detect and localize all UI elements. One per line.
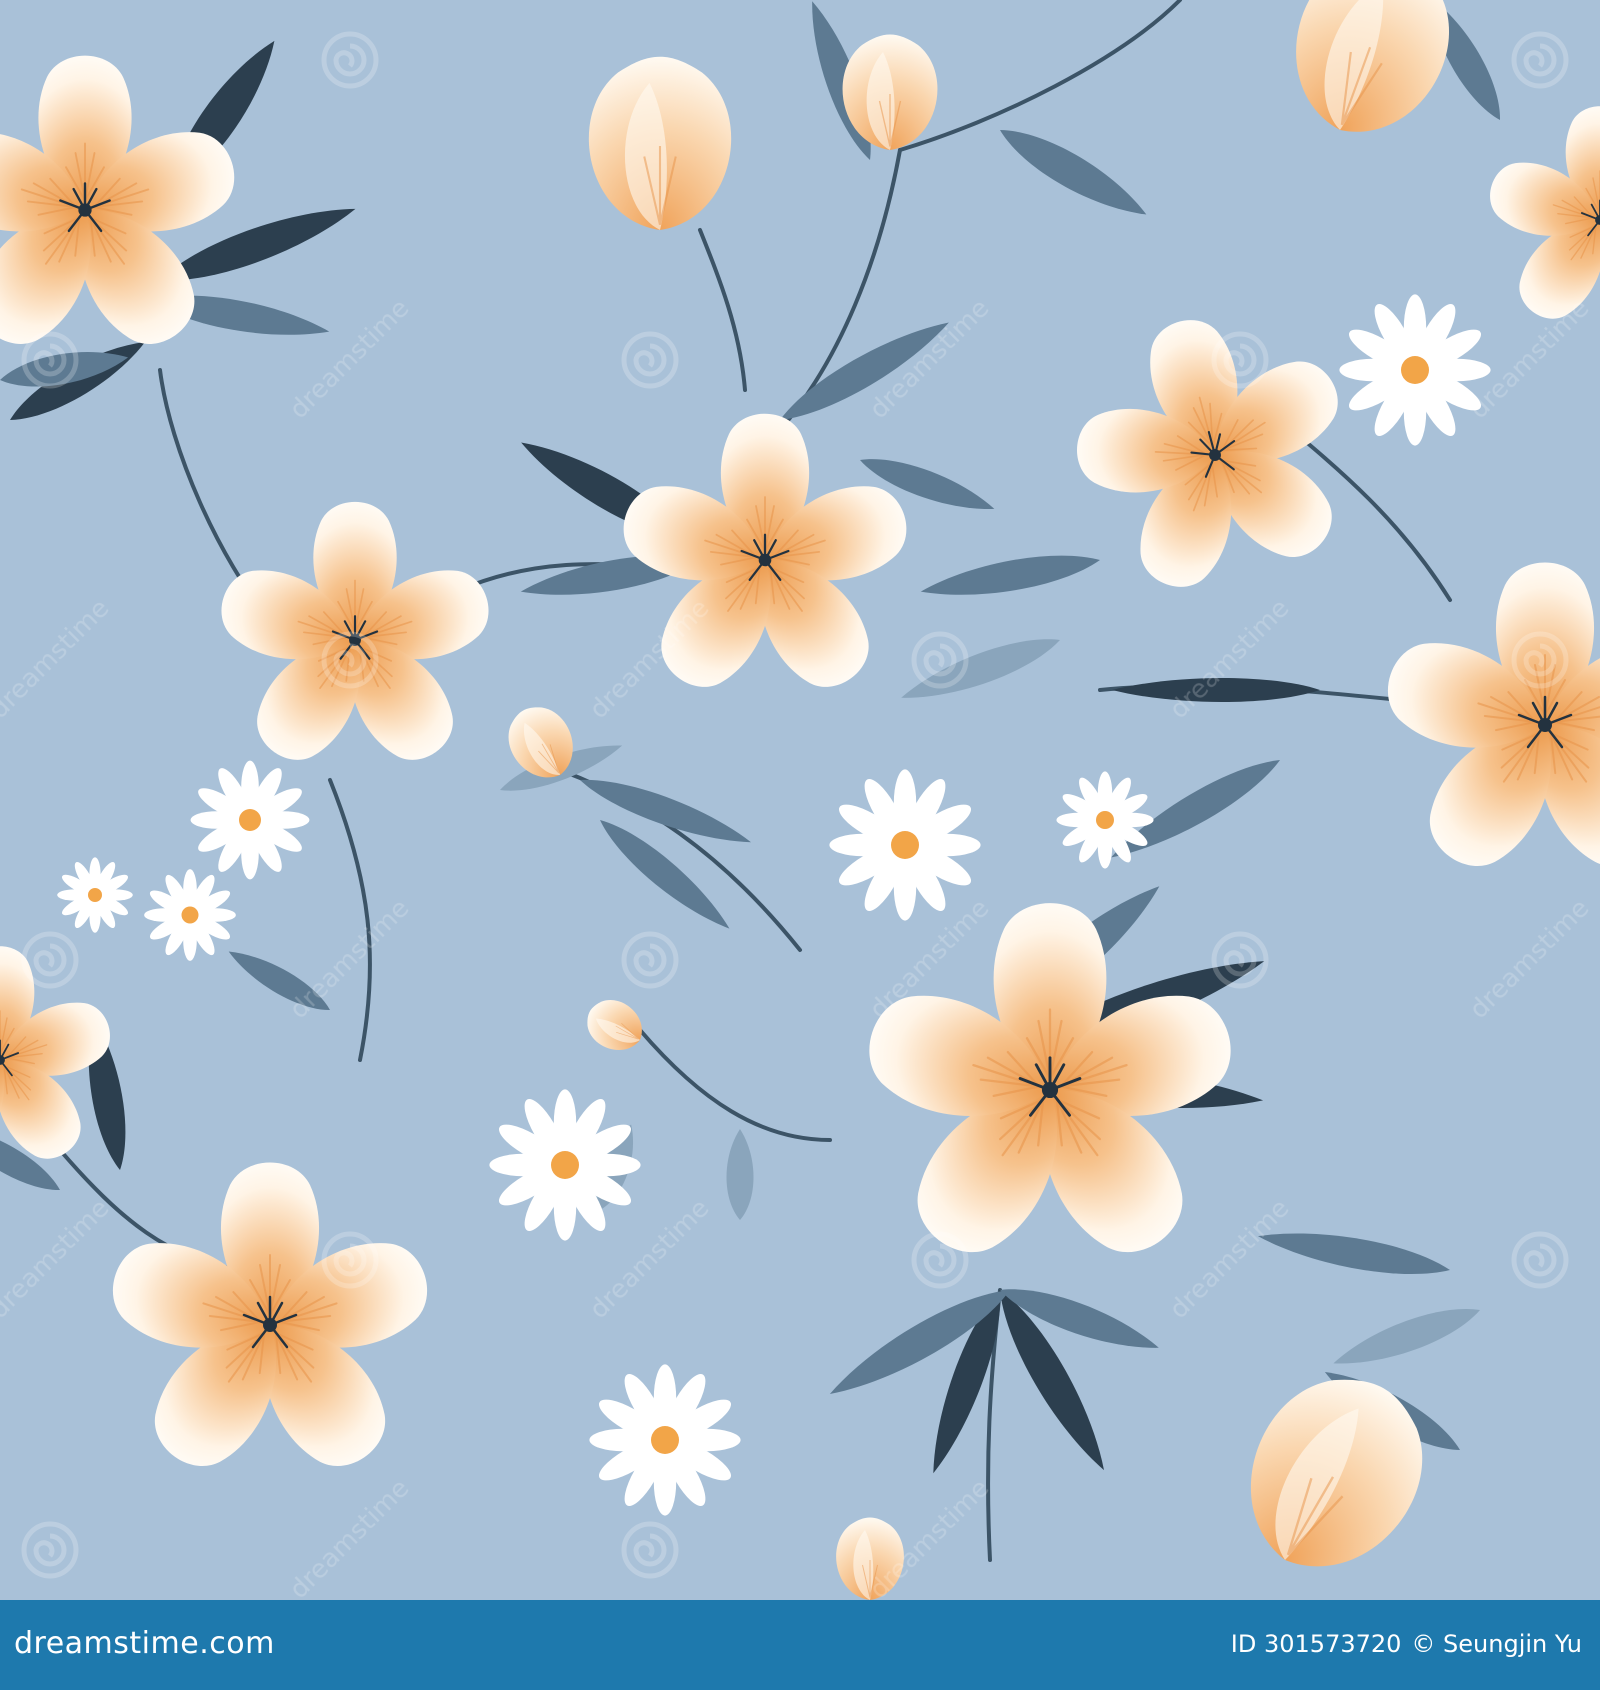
image-meta: ID 301573720 © Seungjin Yu <box>1231 1630 1582 1658</box>
brand-link[interactable]: dreamstime.com <box>14 1626 275 1661</box>
floral-pattern-artwork: dreamstime dreamstime dreamstime dreamst… <box>0 0 1600 1600</box>
copyright-label: © Seungjin Yu <box>1411 1630 1582 1658</box>
floral-pattern-image: dreamstime dreamstime dreamstime dreamst… <box>0 0 1600 1600</box>
image-id-label: ID 301573720 <box>1230 1630 1402 1658</box>
stock-footer-bar: dreamstime.com ID 301573720 © Seungjin Yu <box>0 1600 1600 1690</box>
